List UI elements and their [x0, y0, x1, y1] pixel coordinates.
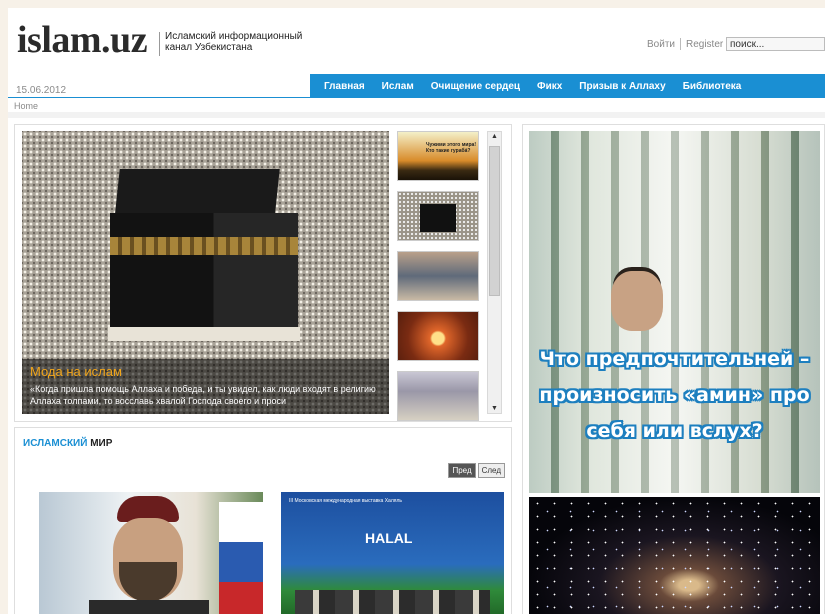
main-nav: Главная Ислам Очищение сердец Фикх Призы…: [310, 74, 825, 98]
scroll-up-icon[interactable]: ▲: [490, 133, 499, 140]
section-title-blue: ИСЛАМСКИЙ: [23, 438, 88, 449]
current-date: 15.06.2012: [16, 85, 67, 96]
auth-divider: [679, 38, 681, 50]
news-image-1[interactable]: [39, 492, 263, 614]
nav-item-fiqh[interactable]: Фикх: [537, 81, 562, 92]
nav-item-dawah[interactable]: Призыв к Аллаху: [579, 81, 665, 92]
kaaba-mini: [420, 204, 456, 232]
slide-caption: Мода на ислам «Когда пришла помощь Аллах…: [22, 359, 389, 414]
halal-logo-text: HALAL: [365, 530, 413, 546]
kaaba-gold-band: [110, 237, 298, 255]
thumbnail-3[interactable]: [397, 251, 479, 301]
slide-caption-text: «Когда пришла помощь Аллаха и победа, и …: [30, 384, 376, 406]
scrollbar-thumb[interactable]: [489, 146, 500, 296]
expo-banner-text: III Московская международная выставка Ха…: [289, 498, 402, 504]
flag-shape: [219, 502, 263, 614]
nav-item-home[interactable]: Главная: [324, 81, 365, 92]
amin-banner[interactable]: Что предпочтительней – произносить «амин…: [529, 131, 820, 493]
thumbnail-1[interactable]: Чужими этого мира! Кто такие гурабá?: [397, 131, 479, 181]
thumbnail-2[interactable]: [397, 191, 479, 241]
thumbnail-scrollbar[interactable]: ▲ ▼: [487, 131, 502, 414]
nav-item-library[interactable]: Библиотека: [683, 81, 742, 92]
kaaba-body: [110, 213, 298, 333]
news-pager: Пред След: [446, 463, 505, 478]
main-slide-image[interactable]: Мода на ислам «Когда пришла помощь Аллах…: [22, 131, 389, 414]
news-image-2[interactable]: III Московская международная выставка Ха…: [281, 492, 504, 614]
register-link[interactable]: Register: [686, 39, 723, 50]
galaxy-banner[interactable]: [529, 497, 820, 614]
nav-underline: [8, 97, 825, 98]
panel-people: [295, 590, 490, 614]
suit-shape: [89, 600, 209, 614]
right-sidebar: Что предпочтительней – произносить «амин…: [522, 124, 825, 614]
islamic-world-section: ИСЛАМСКИЙ МИР Пред След III Московская м…: [14, 427, 512, 614]
section-title-dark: МИР: [90, 438, 113, 449]
slider-thumbnails: Чужими этого мира! Кто такие гурабá?: [397, 131, 479, 431]
thumbnail-1-text: Чужими этого мира! Кто такие гурабá?: [426, 142, 476, 154]
thumbnail-5[interactable]: [397, 371, 479, 421]
prev-button[interactable]: Пред: [448, 463, 476, 478]
slide-caption-title[interactable]: Мода на ислам: [30, 364, 381, 379]
page: islam.uz Исламский информационный канал …: [8, 8, 825, 614]
thumbnail-4[interactable]: [397, 311, 479, 361]
featured-slider: Мода на ислам «Когда пришла помощь Аллах…: [14, 124, 512, 422]
site-logo[interactable]: islam.uz: [17, 20, 148, 60]
scroll-down-icon[interactable]: ▼: [490, 405, 499, 412]
login-link[interactable]: Войти: [647, 39, 675, 50]
boy-face: [611, 271, 663, 331]
breadcrumb[interactable]: Home: [14, 101, 38, 111]
section-title: ИСЛАМСКИЙ МИР: [23, 438, 112, 449]
stars-texture: [529, 497, 820, 614]
nav-item-heart-purification[interactable]: Очищение сердец: [431, 81, 520, 92]
auth-links: Войти Register: [647, 38, 723, 50]
separator-strip: [8, 112, 825, 118]
banner-headline: Что предпочтительней – произносить «амин…: [539, 348, 810, 442]
kaaba-base: [108, 327, 300, 341]
site-tagline: Исламский информационный канал Узбекиста…: [165, 31, 303, 53]
nav-item-islam[interactable]: Ислам: [382, 81, 414, 92]
search-input[interactable]: [726, 37, 825, 51]
next-button[interactable]: След: [477, 463, 505, 478]
logo-divider: [159, 32, 160, 56]
